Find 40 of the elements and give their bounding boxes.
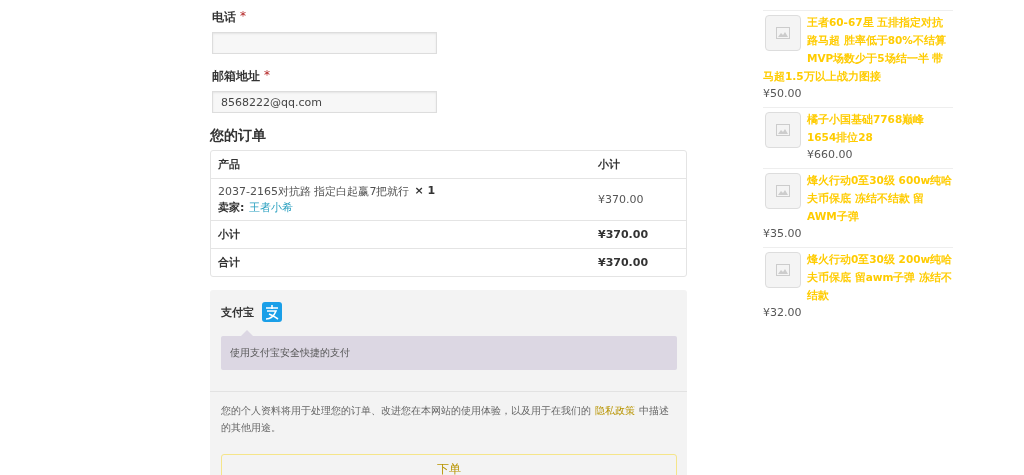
product-title-link[interactable]: 橘子小国基础7768巅峰1654排位28 — [763, 110, 953, 146]
seller-link[interactable]: 王者小希 — [249, 200, 294, 215]
table-cell-text: ¥370.00 — [598, 228, 650, 241]
table-cell-text: 小计 — [218, 227, 241, 242]
payment-logo-icon — [262, 302, 282, 322]
required-mark: * — [240, 9, 246, 25]
product-title-link[interactable]: 烽火行动0至30级 600w纯哈夫币保底 冻结不结款 留AWM子弹 — [763, 171, 953, 225]
input-field[interactable]: 8568222@qq.com — [212, 91, 437, 113]
required-mark: * — [264, 68, 270, 84]
payment-method-label[interactable]: 支付宝 — [221, 304, 254, 320]
table-cell-text: ¥370.00 — [598, 256, 650, 269]
product-thumbnail[interactable] — [765, 252, 801, 288]
product-title-link[interactable]: 王者60-67星 五排指定对抗路马超 胜率低于80%不结算MVP场数少于5场结一半 带马超1.5万以上战力图接 — [763, 13, 953, 85]
image-placeholder-icon — [776, 27, 790, 39]
table-cell-text: ¥370.00 — [598, 193, 645, 206]
table-cell-text: 合计 — [218, 255, 241, 270]
product-price: ¥35.00 — [763, 226, 803, 242]
product-thumbnail[interactable] — [765, 112, 801, 148]
image-placeholder-icon — [776, 185, 790, 197]
field-label: 邮箱地址 — [212, 68, 260, 85]
privacy-link[interactable]: 隐私政策 — [595, 404, 635, 416]
field-label: 电话 — [212, 9, 236, 26]
product-thumbnail[interactable] — [765, 15, 801, 51]
image-placeholder-icon — [776, 124, 790, 136]
product-title-link[interactable]: 烽火行动0至30级 200w纯哈夫币保底 留awm子弹 冻结不结款 — [763, 250, 953, 304]
product-price: ¥50.00 — [763, 86, 803, 102]
seller-label: 卖家: — [218, 200, 245, 215]
quantity: × 1 — [414, 184, 436, 199]
product-price: ¥32.00 — [763, 305, 803, 321]
payment-description: 使用支付宝安全快捷的支付 — [221, 336, 677, 370]
image-placeholder-icon — [776, 264, 790, 276]
product-name: 2037-2165对抗路 指定白起赢7把就行 — [218, 184, 410, 199]
product-thumbnail[interactable] — [765, 173, 801, 209]
column-header: 产品 — [218, 157, 241, 172]
product-price: ¥660.00 — [806, 147, 854, 163]
input-field[interactable] — [212, 32, 437, 54]
section-heading: 您的订单 — [210, 127, 267, 145]
privacy-notice: 您的个人资料将用于处理您的订单、改进您在本网站的使用体验，以及用于在我们的 隐私政策 中描述的其他用途。 — [220, 403, 670, 435]
column-header: 小计 — [598, 157, 621, 172]
place-order-button[interactable]: 下单 — [221, 454, 677, 475]
